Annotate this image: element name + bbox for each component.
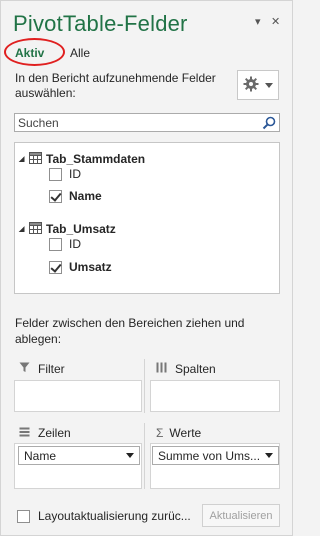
- field-selection-instruction: In den Bericht aufzunehmende Felder ausw…: [15, 71, 216, 100]
- columns-area-header: Spalten: [156, 359, 216, 379]
- defer-layout-update[interactable]: Layoutaktualisierung zurüc...: [17, 509, 191, 523]
- field-label: Umsatz: [69, 260, 112, 274]
- field-stammdaten-name[interactable]: Name: [49, 187, 102, 205]
- table-name: Tab_Umsatz: [46, 222, 116, 236]
- rows-area-label: Zeilen: [38, 426, 71, 440]
- field-list: ◢ Tab_Stammdaten ID Name ◢ Tab_Umsatz ID…: [14, 142, 280, 294]
- pane-options-dropdown[interactable]: ▾: [255, 15, 261, 29]
- filter-area-label: Filter: [38, 362, 65, 376]
- field-umsatz-id[interactable]: ID: [49, 235, 81, 253]
- areas-instruction: Felder zwischen den Bereichen ziehen und…: [15, 316, 245, 346]
- rows-field-value: Name: [24, 448, 57, 463]
- defer-layout-label: Layoutaktualisierung zurüc...: [38, 509, 191, 523]
- chevron-down-icon: [126, 453, 134, 458]
- filter-icon: [19, 362, 30, 376]
- table-icon: [29, 221, 42, 237]
- close-icon[interactable]: ✕: [271, 15, 280, 29]
- values-area-header: Σ Werte: [156, 423, 201, 443]
- table-icon: [29, 151, 42, 167]
- values-field-value: Summe von Ums...: [158, 448, 261, 463]
- field-label: Name: [69, 189, 102, 203]
- filter-drop-zone[interactable]: [14, 380, 142, 412]
- collapse-arrow-icon[interactable]: ◢: [19, 155, 29, 163]
- rows-icon: [19, 426, 30, 440]
- tab-aktiv[interactable]: Aktiv: [15, 46, 44, 60]
- columns-icon: [156, 362, 167, 376]
- tab-alle[interactable]: Alle: [70, 46, 90, 60]
- defer-layout-checkbox[interactable]: [17, 509, 30, 523]
- update-button[interactable]: Aktualisieren: [202, 504, 280, 527]
- collapse-arrow-icon[interactable]: ◢: [19, 225, 29, 233]
- field-search: [14, 113, 280, 132]
- pane-title: PivotTable-Felder: [13, 11, 188, 36]
- chevron-down-icon: [265, 82, 273, 88]
- columns-drop-zone[interactable]: [150, 380, 280, 412]
- values-field-dropdown[interactable]: Summe von Ums...: [152, 446, 279, 465]
- values-area-label: Werte: [169, 426, 202, 440]
- chevron-down-icon: [265, 453, 273, 458]
- rows-field-dropdown[interactable]: Name: [18, 446, 140, 465]
- field-checkbox[interactable]: [49, 189, 62, 203]
- field-label: ID: [69, 237, 81, 251]
- gear-icon: [243, 76, 259, 95]
- field-checkbox[interactable]: [49, 260, 62, 274]
- field-checkbox[interactable]: [49, 167, 62, 181]
- table-name: Tab_Stammdaten: [46, 152, 146, 166]
- rows-area-header: Zeilen: [19, 423, 71, 443]
- field-checkbox[interactable]: [49, 237, 62, 251]
- area-separator: [144, 359, 145, 413]
- field-umsatz-umsatz[interactable]: Umsatz: [49, 258, 112, 276]
- field-label: ID: [69, 167, 81, 181]
- filter-area-header: Filter: [19, 359, 65, 379]
- sigma-icon: Σ: [156, 426, 164, 440]
- search-icon[interactable]: [262, 116, 276, 133]
- table-node-stammdaten[interactable]: ◢ Tab_Stammdaten: [19, 150, 145, 168]
- area-separator: [144, 423, 145, 489]
- field-stammdaten-id[interactable]: ID: [49, 165, 81, 183]
- pivot-field-list-pane: PivotTable-Felder ▾ ✕ Aktiv Alle In den …: [0, 0, 293, 536]
- field-list-settings-button[interactable]: [237, 70, 279, 100]
- columns-area-label: Spalten: [175, 362, 216, 376]
- search-input[interactable]: [15, 114, 255, 131]
